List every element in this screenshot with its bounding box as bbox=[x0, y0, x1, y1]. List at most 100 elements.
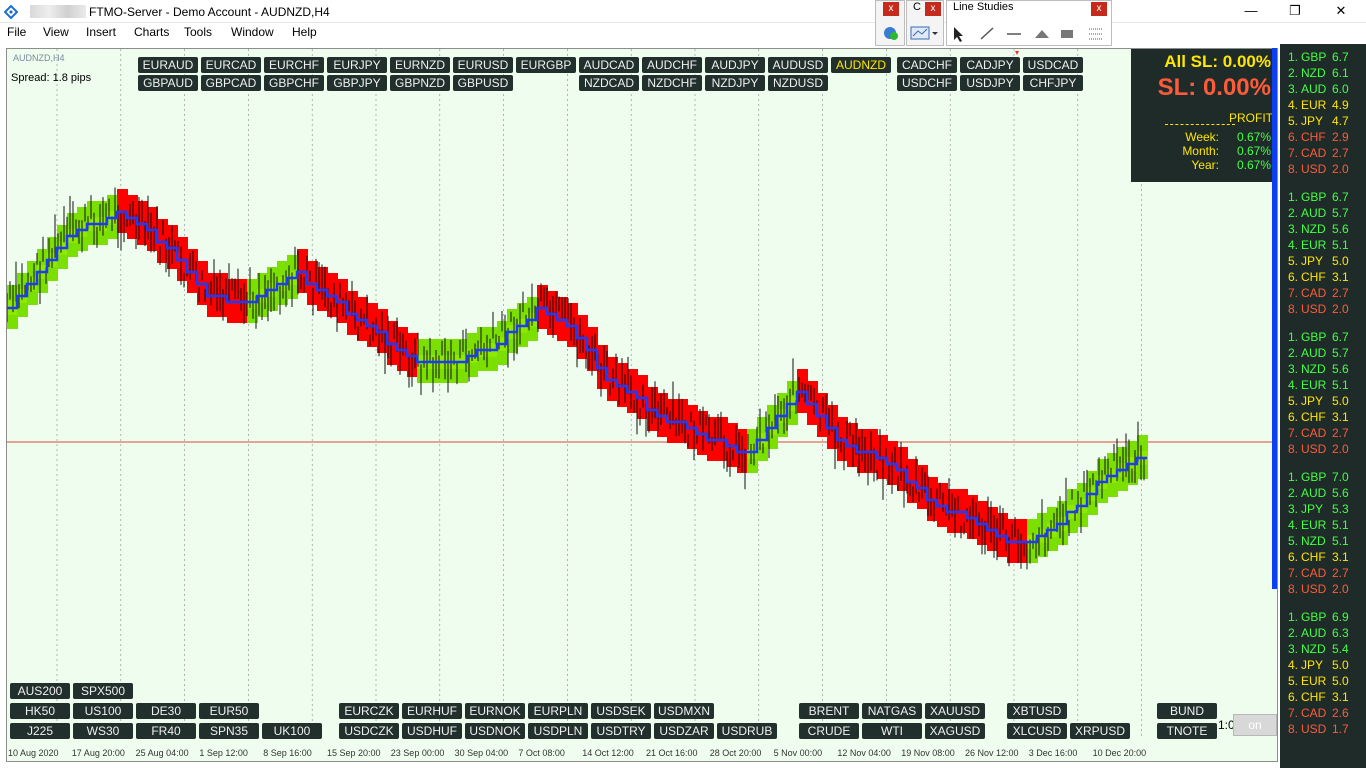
strength-row: 6. CHF 2.9 bbox=[1288, 130, 1349, 144]
pair-button-usdzar[interactable]: USDZAR bbox=[654, 723, 714, 739]
strength-row: 6. CHF 3.1 bbox=[1288, 690, 1349, 704]
toolbar-close-icon[interactable]: x bbox=[925, 2, 941, 16]
line-studies-toolbar: Line Studies x bbox=[946, 0, 1112, 46]
pair-button-nzdcad[interactable]: NZDCAD bbox=[579, 75, 639, 91]
pair-button-audchf[interactable]: AUDCHF bbox=[642, 57, 702, 73]
pair-button-eurnok[interactable]: EURNOK bbox=[465, 703, 525, 719]
strength-row: 4. JPY 5.0 bbox=[1288, 658, 1349, 672]
strength-row: 6. CHF 3.1 bbox=[1288, 410, 1349, 424]
pair-button-nzdchf[interactable]: NZDCHF bbox=[642, 75, 702, 91]
pair-button-de30[interactable]: DE30 bbox=[136, 703, 196, 719]
pair-button-ws30[interactable]: WS30 bbox=[73, 723, 133, 739]
x-axis-label: 30 Sep 04:00 bbox=[454, 748, 509, 758]
strength-row: 5. JPY 5.0 bbox=[1288, 254, 1349, 268]
pair-button-eurchf[interactable]: EURCHF bbox=[264, 57, 324, 73]
pair-button-eurnzd[interactable]: EURNZD bbox=[390, 57, 450, 73]
menu-window[interactable]: Window bbox=[231, 25, 274, 39]
pair-button-usdnok[interactable]: USDNOK bbox=[465, 723, 525, 739]
pair-button-audjpy[interactable]: AUDJPY bbox=[705, 57, 765, 73]
strength-row: 1. GBP 7.0 bbox=[1288, 470, 1349, 484]
pair-button-j225[interactable]: J225 bbox=[10, 723, 70, 739]
pair-button-cadchf[interactable]: CADCHF bbox=[897, 57, 957, 73]
pair-button-audusd[interactable]: AUDUSD bbox=[768, 57, 828, 73]
pair-button-gbpnzd[interactable]: GBPNZD bbox=[390, 75, 450, 91]
pair-button-euraud[interactable]: EURAUD bbox=[138, 57, 198, 73]
pair-button-eurgbp[interactable]: EURGBP bbox=[516, 57, 576, 73]
pair-button-nzdjpy[interactable]: NZDJPY bbox=[705, 75, 765, 91]
pair-button-usdchf[interactable]: USDCHF bbox=[897, 75, 957, 91]
pair-button-crude[interactable]: CRUDE bbox=[799, 723, 859, 739]
pair-button-eurusd[interactable]: EURUSD bbox=[453, 57, 513, 73]
strength-row: 4. EUR 5.1 bbox=[1288, 518, 1349, 532]
pair-button-fr40[interactable]: FR40 bbox=[136, 723, 196, 739]
pair-button-usdrub[interactable]: USDRUB bbox=[717, 723, 777, 739]
pair-button-xlcusd[interactable]: XLCUSD bbox=[1007, 723, 1067, 739]
pair-button-xagusd[interactable]: XAGUSD bbox=[925, 723, 985, 739]
menu-view[interactable]: View bbox=[43, 25, 69, 39]
pair-button-wti[interactable]: WTI bbox=[862, 723, 922, 739]
strength-row: 7. CAD 2.7 bbox=[1288, 286, 1349, 300]
strength-row: 8. USD 1.7 bbox=[1288, 722, 1349, 736]
chart-canvas[interactable] bbox=[7, 49, 1277, 761]
pair-button-natgas[interactable]: NATGAS bbox=[862, 703, 922, 719]
pair-button-tnote[interactable]: TNOTE bbox=[1157, 723, 1217, 739]
pair-button-audcad[interactable]: AUDCAD bbox=[579, 57, 639, 73]
pair-button-us100[interactable]: US100 bbox=[73, 703, 133, 719]
all-sl-label: All SL: 0.00% bbox=[1164, 52, 1271, 71]
pair-button-spx500[interactable]: SPX500 bbox=[73, 683, 133, 699]
pair-button-gbpcad[interactable]: GBPCAD bbox=[201, 75, 261, 91]
pair-button-usdsek[interactable]: USDSEK bbox=[591, 703, 651, 719]
pair-button-eurcad[interactable]: EURCAD bbox=[201, 57, 261, 73]
pair-button-usdjpy[interactable]: USDJPY bbox=[960, 75, 1020, 91]
chart-type-icon[interactable] bbox=[910, 25, 940, 41]
toolbar-close-icon[interactable]: x bbox=[883, 2, 899, 16]
pair-button-usdcad[interactable]: USDCAD bbox=[1023, 57, 1083, 73]
pair-button-chfjpy[interactable]: CHFJPY bbox=[1023, 75, 1083, 91]
pair-button-usdmxn[interactable]: USDMXN bbox=[654, 703, 714, 719]
pair-button-gbpjpy[interactable]: GBPJPY bbox=[327, 75, 387, 91]
pair-button-bund[interactable]: BUND bbox=[1157, 703, 1217, 719]
pair-button-usdtry[interactable]: USDTRY bbox=[591, 723, 651, 739]
pair-button-cadjpy[interactable]: CADJPY bbox=[960, 57, 1020, 73]
pair-button-nzdusd[interactable]: NZDUSD bbox=[768, 75, 828, 91]
pair-button-usdpln[interactable]: USDPLN bbox=[528, 723, 588, 739]
pair-button-xauusd[interactable]: XAUUSD bbox=[925, 703, 985, 719]
pair-button-uk100[interactable]: UK100 bbox=[262, 723, 322, 739]
menu-tools[interactable]: Tools bbox=[184, 25, 212, 39]
strength-row: 8. USD 2.0 bbox=[1288, 582, 1349, 596]
pair-button-hk50[interactable]: HK50 bbox=[10, 703, 70, 719]
pair-button-usdhuf[interactable]: USDHUF bbox=[402, 723, 462, 739]
new-chart-icon[interactable] bbox=[881, 25, 899, 41]
menu-file[interactable]: File bbox=[7, 25, 26, 39]
pair-button-brent[interactable]: BRENT bbox=[799, 703, 859, 719]
toolbar-close-icon[interactable]: x bbox=[1091, 2, 1107, 16]
pair-button-gbpaud[interactable]: GBPAUD bbox=[138, 75, 198, 91]
pair-button-usdczk[interactable]: USDCZK bbox=[339, 723, 399, 739]
price-chart[interactable]: AUDNZD,H4 Spread: 1.8 pips EURAUD EURCAD E… bbox=[6, 48, 1278, 762]
pair-button-eurjpy[interactable]: EURJPY bbox=[327, 57, 387, 73]
minimize-button[interactable]: — bbox=[1236, 2, 1266, 20]
pair-button-eurczk[interactable]: EURCZK bbox=[339, 703, 399, 719]
menu-charts[interactable]: Charts bbox=[134, 25, 169, 39]
pair-button-gbpusd[interactable]: GBPUSD bbox=[453, 75, 513, 91]
pair-button-eurpln[interactable]: EURPLN bbox=[528, 703, 588, 719]
pair-button-spn35[interactable]: SPN35 bbox=[199, 723, 259, 739]
menu-insert[interactable]: Insert bbox=[86, 25, 116, 39]
x-axis-label: 19 Nov 08:00 bbox=[901, 748, 955, 758]
pair-button-xbtusd[interactable]: XBTUSD bbox=[1007, 703, 1067, 719]
pair-button-xrpusd[interactable]: XRPUSD bbox=[1070, 723, 1130, 739]
on-button[interactable]: on bbox=[1233, 714, 1277, 736]
pair-button-gbpchf[interactable]: GBPCHF bbox=[264, 75, 324, 91]
pair-button-aus200[interactable]: AUS200 bbox=[10, 683, 70, 699]
menu-help[interactable]: Help bbox=[292, 25, 317, 39]
close-button[interactable]: ✕ bbox=[1326, 2, 1356, 20]
pair-button-eur50[interactable]: EUR50 bbox=[199, 703, 259, 719]
strength-row: 3. NZD 5.6 bbox=[1288, 362, 1349, 376]
pair-button-audnzd[interactable]: AUDNZD bbox=[831, 57, 891, 73]
maximize-button[interactable]: ❐ bbox=[1280, 2, 1310, 20]
pair-button-eurhuf[interactable]: EURHUF bbox=[402, 703, 462, 719]
strength-row: 2. AUD 6.3 bbox=[1288, 626, 1349, 640]
strength-row: 6. CHF 3.1 bbox=[1288, 270, 1349, 284]
toolbar-small-title: C bbox=[913, 1, 921, 13]
chart-scrollbar[interactable] bbox=[1272, 48, 1277, 589]
